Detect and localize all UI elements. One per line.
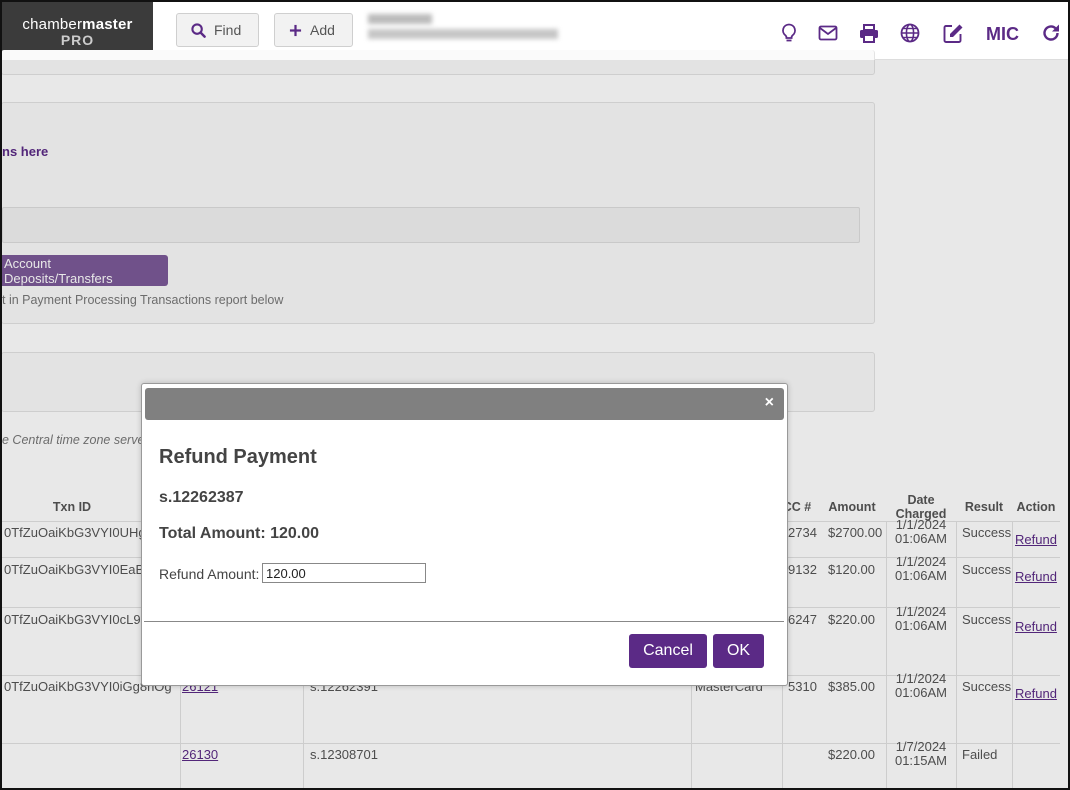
globe-icon[interactable]: [899, 22, 921, 44]
refund-amount-input[interactable]: [262, 563, 426, 583]
edit-icon[interactable]: [942, 22, 964, 44]
close-icon[interactable]: ×: [765, 394, 774, 412]
add-label: Add: [310, 22, 335, 38]
plus-icon: [289, 24, 302, 36]
ok-button[interactable]: OK: [713, 634, 764, 668]
total-amount: Total Amount: 120.00: [159, 525, 320, 542]
user-initials[interactable]: MIC: [986, 24, 1019, 45]
logo-wordmark: chambermaster: [22, 16, 133, 33]
logo-pro-label: PRO: [60, 32, 95, 48]
lightbulb-icon[interactable]: [778, 22, 800, 44]
blurred-account-info: [368, 14, 563, 44]
dialog-title: Refund Payment: [159, 446, 317, 468]
refund-payment-dialog: × Refund Payment s.12262387 Total Amount…: [141, 383, 788, 686]
find-button[interactable]: Find: [176, 13, 259, 47]
print-icon[interactable]: [858, 22, 880, 44]
dialog-titlebar[interactable]: ×: [145, 388, 784, 420]
dialog-divider: [144, 621, 784, 622]
transaction-reference: s.12262387: [159, 489, 244, 506]
cancel-button[interactable]: Cancel: [629, 634, 707, 668]
find-label: Find: [214, 22, 242, 38]
add-button[interactable]: Add: [274, 13, 353, 47]
mail-icon[interactable]: [817, 22, 839, 44]
search-icon: [191, 22, 206, 38]
refund-amount-label: Refund Amount:: [159, 566, 260, 582]
refresh-icon[interactable]: [1040, 22, 1062, 44]
